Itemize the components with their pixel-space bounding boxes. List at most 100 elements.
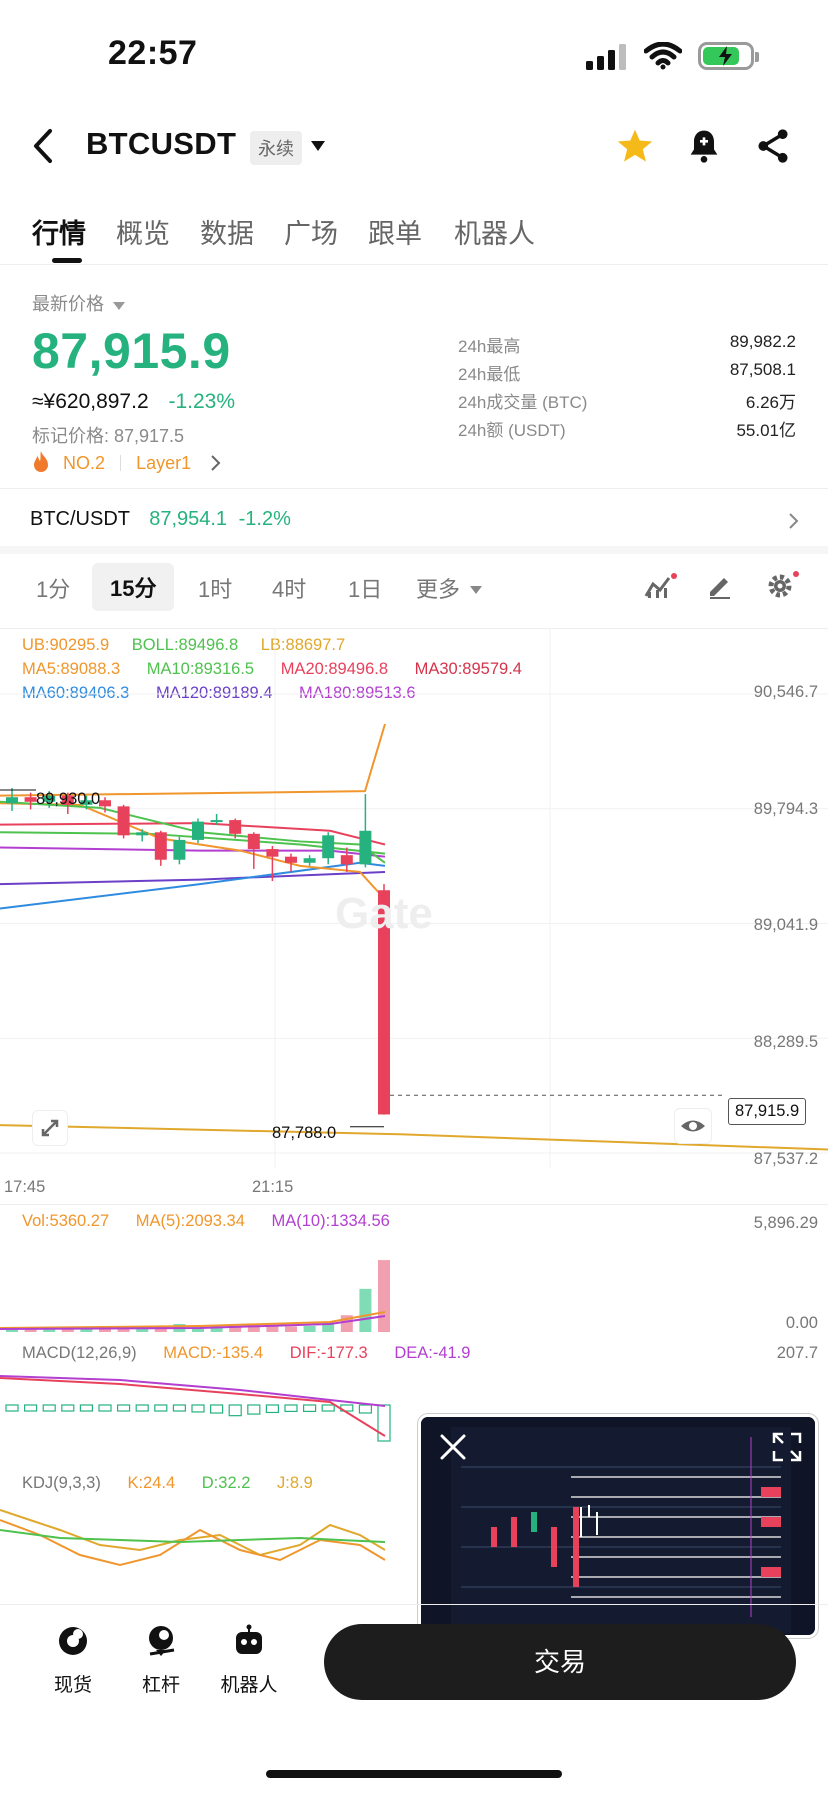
interval-1d[interactable]: 1日 [348,572,382,604]
volume-bar [359,1288,372,1332]
home-indicator [266,1770,562,1778]
ma60-line [0,861,386,910]
price-label[interactable]: 最新价格 [32,290,126,316]
cny-row: ≈¥620,897.2 -1.23% [32,390,235,414]
watermark-logo: Gate [335,889,433,938]
ma120-line [0,870,386,886]
candle-body [322,835,335,859]
spot-coin-icon [59,1627,87,1655]
macd-bar [5,1404,19,1412]
macd-bar [42,1404,56,1412]
macd-bar [116,1404,131,1412]
settings-gear-icon[interactable] [766,570,800,600]
interval-15m[interactable]: 15分 [92,563,175,611]
chevron-right-icon [789,513,799,529]
alert-bell-icon[interactable] [688,128,720,164]
macd-bar [191,1404,205,1413]
star-icon[interactable] [616,128,654,164]
tab-data[interactable]: 数据 [200,212,254,251]
stat-label: 24h额 (USDT) [458,421,566,440]
rank-badge: NO.2 [63,453,106,473]
candle-body [173,839,186,860]
interval-1m[interactable]: 1分 [36,572,70,604]
macd-bar [61,1404,75,1412]
expand-icon[interactable] [771,1431,803,1463]
signal-icon [586,44,626,70]
x-axis-label: 17:45 [4,1178,46,1196]
macd-bar [154,1404,168,1412]
visibility-toggle[interactable] [674,1108,712,1144]
nav-bot[interactable]: 机器人 [204,1620,294,1700]
nav-bot-label: 机器人 [220,1675,278,1696]
candlestick-chart[interactable]: Gate [0,628,828,1168]
battery-icon [698,42,759,70]
y-axis-label: 90,546.7 [753,683,818,701]
low-marker-label: 87,788.0 [272,1124,337,1142]
candle-body [24,797,37,802]
x-axis-label: 21:15 [252,1178,294,1196]
nav-margin[interactable]: 杠杆 [116,1620,206,1700]
interval-more[interactable]: 更多 [416,572,483,604]
nav-margin-label: 杠杆 [141,1675,180,1696]
spot-pair-row[interactable]: BTC/USDT 87,954.1 -1.2% [30,508,800,531]
status-time: 22:57 [108,34,198,72]
macd-bar [358,1404,372,1414]
fire-icon [34,451,48,472]
y-axis-label: 89,041.9 [753,916,818,934]
category-badge: Layer1 [136,453,192,473]
ub-line [0,723,386,797]
macd-bar [210,1404,224,1414]
symbol-title[interactable]: BTCUSDT [86,126,236,162]
section-gap [0,546,828,554]
high-marker-label: 89,930.0 [36,790,101,808]
macd-legend: MACD(12,26,9) MACD:-135.4 DIF:-177.3 DEA… [22,1344,471,1362]
macd-bar [135,1404,149,1412]
candle-body [136,832,149,836]
interval-1h[interactable]: 1时 [198,572,232,604]
draw-pen-icon[interactable] [706,572,734,600]
stat-label: 24h最高 [458,337,521,356]
stats-panel: 24h最高 89,982.2 24h最低 87,508.1 24h成交量 (BT… [458,332,796,442]
rank-row[interactable]: NO.2 Layer1 [30,450,222,474]
tab-market[interactable]: 行情 [32,212,86,251]
candle-body [154,832,167,860]
wifi-icon [644,42,682,70]
macd-bar [98,1404,112,1412]
nav-spot[interactable]: 现货 [28,1620,118,1700]
interval-4h[interactable]: 4时 [272,572,306,604]
back-icon[interactable] [30,128,56,164]
macd-bar [24,1404,38,1412]
expand-icon [41,1119,59,1137]
robot-icon [236,1624,262,1654]
tab-copytrade[interactable]: 跟单 [368,212,422,251]
indicator-icon[interactable] [644,572,678,600]
candle-body [99,800,111,807]
candle-body [303,858,316,863]
divider [0,1204,828,1205]
contract-type-tag[interactable]: 永续 [250,131,302,165]
change-pct: -1.23% [168,390,236,413]
stat-value: 55.01亿 [736,421,796,440]
last-price: 87,915.9 [32,323,231,379]
current-price-tag: 87,915.9 [728,1098,807,1125]
macd-bar [172,1404,186,1412]
macd-axis-max: 207.7 [776,1344,818,1362]
caret-down-icon[interactable] [310,140,326,152]
close-icon[interactable] [439,1433,467,1461]
eye-icon [681,1120,705,1132]
macd-bar [247,1404,261,1415]
divider [0,264,828,265]
kdj-legend: KDJ(9,3,3) K:24.4 D:32.2 J:8.9 [22,1474,313,1492]
fullscreen-button[interactable] [32,1110,68,1146]
candle-body [117,806,130,836]
tab-overview[interactable]: 概览 [116,212,170,251]
macd-bar [303,1404,317,1413]
share-icon[interactable] [756,128,790,164]
tab-bot[interactable]: 机器人 [454,212,535,251]
candle-body [266,849,279,857]
stat-value: 89,982.2 [729,332,796,351]
macd-bar [228,1404,242,1417]
trade-button[interactable]: 交易 [324,1624,796,1700]
candle-body [6,797,18,804]
tab-square[interactable]: 广场 [284,212,338,251]
